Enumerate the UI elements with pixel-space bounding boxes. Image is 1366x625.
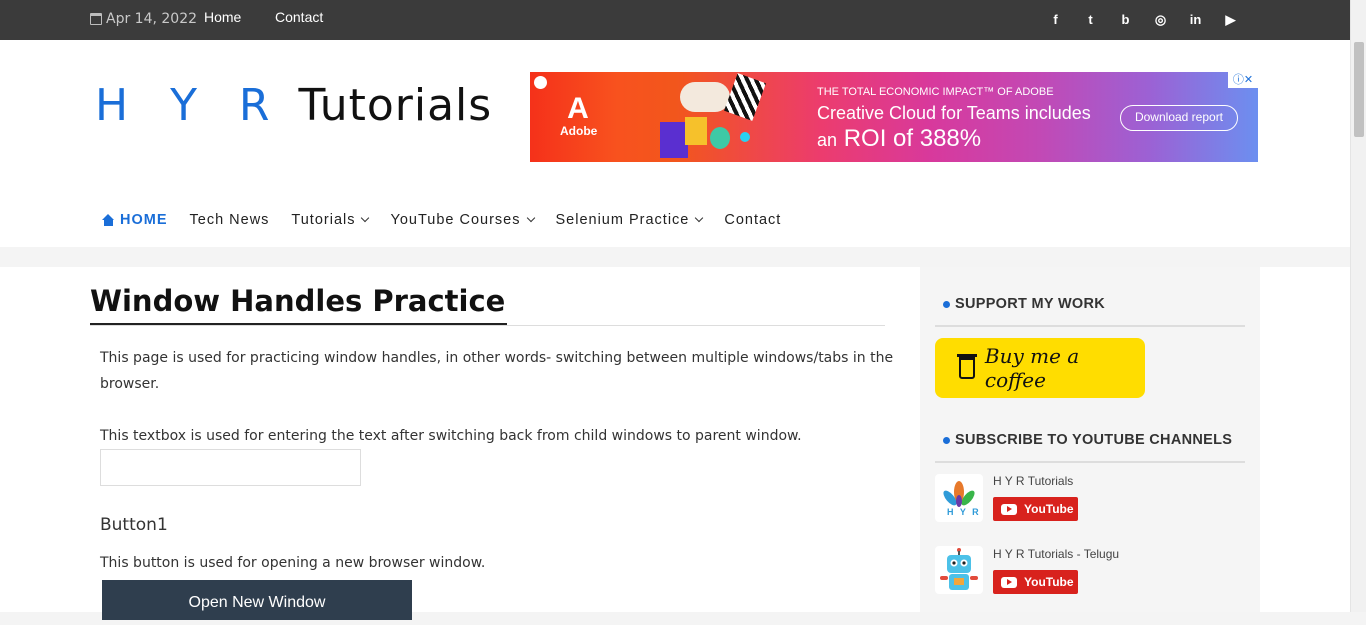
channel-avatar-telugu[interactable] [935,546,983,594]
subscribe-heading: SUBSCRIBE TO YOUTUBE CHANNELS [935,432,1232,448]
content-gap [0,247,1350,267]
coffee-label: Buy me a coffee [984,344,1080,392]
support-heading: SUPPORT MY WORK [935,296,1105,312]
linkedin-icon[interactable]: in [1188,12,1203,27]
intro-line-2: browser. [100,376,160,392]
adobe-logo: A Adobe [560,92,598,139]
support-heading-text: SUPPORT MY WORK [955,296,1106,312]
date-text: Apr 14, 2022 [106,11,198,27]
nav-item-tech-news[interactable]: Tech News [190,212,270,228]
instagram-icon[interactable]: ◎ [1153,12,1168,27]
youtube-label: YouTube [1024,575,1074,589]
ad-headline-2: an ROI of 388% [817,125,981,153]
nav-item-label: Tutorials [291,212,356,228]
chevron-down-icon [361,213,370,223]
channel-avatar-hyr[interactable]: H Y R [935,474,983,522]
ad-privacy-icon[interactable] [534,76,547,89]
main-nav: HOME Tech News Tutorials YouTube Courses… [102,212,803,228]
thumb-text: H Y R [947,507,981,517]
robot-icon [940,548,978,590]
youtube-play-icon [1001,576,1017,588]
channel-name-telugu[interactable]: H Y R Tutorials - Telugu [993,547,1119,561]
top-link-contact[interactable]: Contact [275,9,323,25]
ad-headline-2-prefix: an [817,130,838,150]
channel-name-hyr[interactable]: H Y R Tutorials [993,474,1073,488]
twitter-icon[interactable]: t [1083,12,1098,27]
ad-close-icon[interactable]: ⓘ✕ [1228,72,1258,88]
nav-item-label: Selenium Practice [555,212,690,228]
button1-heading: Button1 [100,515,168,535]
nav-item-label: HOME [120,212,168,228]
buy-me-a-coffee-button[interactable]: Buy me a coffee [935,338,1145,398]
nav-item-home[interactable]: HOME [102,212,168,228]
adobe-a-icon: A [567,92,589,125]
home-icon [102,213,115,226]
youtube-play-icon [1001,503,1017,515]
logo-tutorials: Tutorials [298,80,493,131]
ad-kicker: THE TOTAL ECONOMIC IMPACT™ OF ADOBE [817,86,1054,98]
page-scrollbar[interactable] [1350,0,1366,612]
logo-hyr: H Y R [95,80,284,131]
youtube-icon[interactable]: ▶ [1223,12,1238,27]
ad-headline-2-main: ROI of 388% [843,125,982,152]
open-new-window-button[interactable]: Open New Window [102,580,412,620]
intro-line-1: This page is used for practicing window … [100,350,894,366]
button1-description: This button is used for opening a new br… [100,555,486,571]
youtube-subscribe-button-1[interactable]: YouTube [993,497,1078,521]
calendar-icon [90,13,102,25]
bullet-dot [943,436,950,444]
nav-item-label: YouTube Courses [390,212,521,228]
subscribe-divider [935,461,1245,463]
support-divider [935,325,1245,327]
title-underline: Window Handles Practice [90,284,885,326]
chevron-down-icon [695,213,704,223]
top-link-home[interactable]: Home [204,9,241,25]
site-logo[interactable]: H Y R Tutorials [95,80,492,131]
ad-headline-1: Creative Cloud for Teams includes [817,103,1091,123]
ad-download-button[interactable]: Download report [1120,105,1238,131]
subscribe-heading-text: SUBSCRIBE TO YOUTUBE CHANNELS [955,432,1233,448]
nav-item-contact[interactable]: Contact [724,212,781,228]
ad-artwork [640,72,770,162]
coffee-cup-icon [957,354,977,379]
chevron-down-icon [526,213,535,223]
nav-item-tutorials[interactable]: Tutorials [291,212,370,228]
page-title: Window Handles Practice [90,284,508,325]
social-icons: f t b ◎ in ▶ [1048,12,1238,27]
date-display: Apr 14, 2022 [90,11,197,27]
blogger-icon[interactable]: b [1118,12,1133,27]
adobe-wordmark: Adobe [560,124,598,138]
youtube-subscribe-button-2[interactable]: YouTube [993,570,1078,594]
nav-item-label: Tech News [189,212,270,228]
bullet-dot [943,300,950,308]
top-bar: Apr 14, 2022 Home Contact f t b ◎ in ▶ [0,0,1350,40]
youtube-label: YouTube [1024,502,1074,516]
ad-banner[interactable]: A Adobe THE TOTAL ECONOMIC IMPACT™ OF AD… [530,72,1258,162]
textbox-description: This textbox is used for entering the te… [100,428,802,444]
name-textbox[interactable] [100,449,361,486]
nav-item-label: Contact [724,212,782,228]
facebook-icon[interactable]: f [1048,12,1063,27]
nav-item-selenium-practice[interactable]: Selenium Practice [555,212,704,228]
site-header: H Y R Tutorials A Adobe THE TOTAL ECONOM… [0,40,1350,247]
nav-item-youtube-courses[interactable]: YouTube Courses [390,212,535,228]
scrollbar-thumb[interactable] [1354,42,1364,137]
